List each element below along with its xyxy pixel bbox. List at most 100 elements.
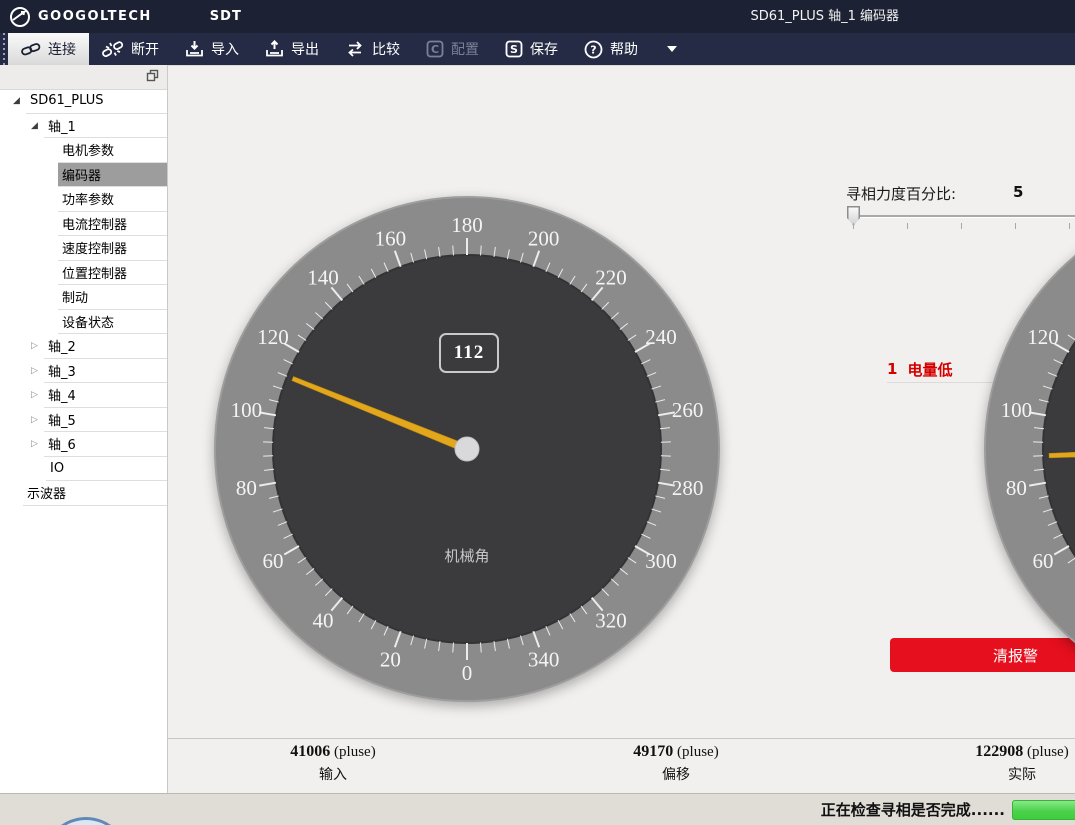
tree-item-速度控制器[interactable]: 速度控制器 [0, 236, 167, 261]
stat-value: 41006 (pluse) [223, 743, 443, 761]
svg-text:180: 180 [451, 213, 483, 237]
svg-text:280: 280 [672, 476, 704, 500]
app-name: SDT [210, 9, 242, 24]
svg-text:220: 220 [595, 265, 627, 289]
tree-item-SD61_PLUS[interactable]: ◢ SD61_PLUS [0, 89, 167, 114]
tree-item-制动[interactable]: 制动 [0, 285, 167, 310]
tree-item-label: 电机参数 [58, 138, 167, 163]
stat-输入: 41006 (pluse)输入 [223, 743, 443, 784]
config-button[interactable]: C配置 [413, 33, 492, 65]
tree-item-label: 轴_3 [44, 359, 167, 384]
tree-item-轴_3[interactable]: ▷ 轴_3 [0, 359, 167, 384]
tree-item-label: 轴_4 [44, 383, 167, 408]
gauge-value-box: 112 [439, 333, 499, 373]
compare-button[interactable]: 比较 [332, 33, 413, 65]
stat-label: 实际 [912, 764, 1075, 784]
export-label: 导出 [291, 39, 319, 59]
compare-label: 比较 [372, 39, 400, 59]
collapsed-arrow-icon[interactable]: ▷ [31, 341, 38, 351]
tree-item-电流控制器[interactable]: 电流控制器 [0, 212, 167, 237]
float-panel-icon[interactable] [146, 69, 159, 82]
tree-item-轴_2[interactable]: ▷ 轴_2 [0, 334, 167, 359]
toolbar-overflow-caret-icon[interactable] [667, 46, 677, 52]
mechanical-angle-gauge: 0204060801001201401601802002202402602803… [207, 189, 727, 709]
stats-separator [168, 738, 1075, 739]
question-circle-icon: ? [584, 40, 603, 59]
progress-bar [1012, 800, 1075, 820]
tree-item-label: SD61_PLUS [26, 89, 167, 114]
tray-arrow-down-icon [185, 40, 204, 58]
connect-label: 连接 [48, 39, 76, 59]
tree-item-编码器[interactable]: 编码器 [0, 163, 167, 188]
svg-text:80: 80 [236, 476, 257, 500]
application-window: GOOGOLTECH SDT SD61_PLUS 轴_1 编码器 连接 断开 导… [0, 0, 1075, 825]
svg-text:340: 340 [528, 647, 560, 671]
chain-link-icon [21, 40, 41, 58]
disconnect-button[interactable]: 断开 [89, 33, 172, 65]
device-tree: ◢ SD61_PLUS ◢ 轴_1电机参数编码器功率参数电流控制器速度控制器位置控制器… [0, 89, 167, 793]
toolbar-grip[interactable] [0, 33, 8, 65]
help-button[interactable]: ? 帮助 [571, 33, 651, 65]
save-button[interactable]: S保存 [492, 33, 571, 65]
tree-item-label: 轴_1 [44, 114, 167, 139]
gauge-title: 机械角 [444, 547, 489, 565]
svg-text:260: 260 [672, 398, 704, 422]
chain-broken-icon [102, 40, 124, 59]
tree-item-轴_4[interactable]: ▷ 轴_4 [0, 383, 167, 408]
tree-item-label: 轴_2 [44, 334, 167, 359]
svg-text:120: 120 [1027, 325, 1059, 349]
tree-item-label: 功率参数 [58, 187, 167, 212]
tree-item-label: 设备状态 [58, 310, 167, 335]
tree-item-label: IO [46, 457, 167, 482]
collapsed-arrow-icon[interactable]: ▷ [31, 390, 38, 400]
alarm-message: 电量低 [907, 359, 952, 380]
svg-text:140: 140 [307, 265, 339, 289]
import-label: 导入 [211, 39, 239, 59]
status-message: 正在检查寻相是否完成...... [821, 799, 1005, 820]
tree-item-电机参数[interactable]: 电机参数 [0, 138, 167, 163]
expanded-arrow-icon[interactable]: ◢ [13, 96, 20, 106]
svg-text:200: 200 [528, 227, 560, 251]
stat-value: 49170 (pluse) [566, 743, 786, 761]
tree-item-IO[interactable]: IO [0, 457, 167, 482]
svg-text:S: S [510, 43, 518, 56]
slider-tick [961, 223, 962, 229]
export-button[interactable]: 导出 [252, 33, 332, 65]
svg-text:120: 120 [257, 325, 289, 349]
tree-item-功率参数[interactable]: 功率参数 [0, 187, 167, 212]
alarm-index: 1 [887, 360, 897, 378]
help-label: 帮助 [610, 39, 638, 59]
tree-item-轴_6[interactable]: ▷ 轴_6 [0, 432, 167, 457]
stat-偏移: 49170 (pluse) 偏移 [566, 743, 786, 784]
collapsed-arrow-icon[interactable]: ▷ [31, 415, 38, 425]
toolbar: 连接 断开 导入 导出 比较 C配置 S保存 ? 帮助 [0, 33, 1075, 65]
svg-text:C: C [431, 43, 439, 56]
tree-item-轴_5[interactable]: ▷ 轴_5 [0, 408, 167, 433]
stat-实际: 122908 (pluse) 实际 [912, 743, 1075, 784]
tree-item-设备状态[interactable]: 设备状态 [0, 310, 167, 335]
swap-arrows-icon [345, 40, 365, 58]
expanded-arrow-icon[interactable]: ◢ [31, 121, 38, 131]
tree-item-label: 位置控制器 [58, 261, 167, 286]
tree-item-示波器[interactable]: 示波器 [0, 481, 167, 506]
status-bar: 正在检查寻相是否完成...... [0, 793, 1075, 825]
svg-text:100: 100 [231, 398, 263, 422]
import-button[interactable]: 导入 [172, 33, 252, 65]
svg-text:60: 60 [263, 549, 284, 573]
tree-item-label: 轴_6 [44, 432, 167, 457]
stat-value: 122908 (pluse) [912, 743, 1075, 761]
tree-item-label: 制动 [58, 285, 167, 310]
tree-item-位置控制器[interactable]: 位置控制器 [0, 261, 167, 286]
collapsed-arrow-icon[interactable]: ▷ [31, 366, 38, 376]
tree-item-label: 示波器 [23, 481, 167, 506]
svg-text:60: 60 [1033, 549, 1054, 573]
disconnect-label: 断开 [131, 39, 159, 59]
stat-label: 偏移 [566, 764, 786, 784]
tree-item-轴_1[interactable]: ◢ 轴_1 [0, 114, 167, 139]
phase-force-label: 寻相力度百分比: [846, 183, 956, 204]
letter-box-icon: S [505, 40, 523, 58]
tree-item-label: 轴_5 [44, 408, 167, 433]
collapsed-arrow-icon[interactable]: ▷ [31, 439, 38, 449]
connect-button[interactable]: 连接 [8, 33, 89, 65]
tree-item-label: 速度控制器 [58, 236, 167, 261]
